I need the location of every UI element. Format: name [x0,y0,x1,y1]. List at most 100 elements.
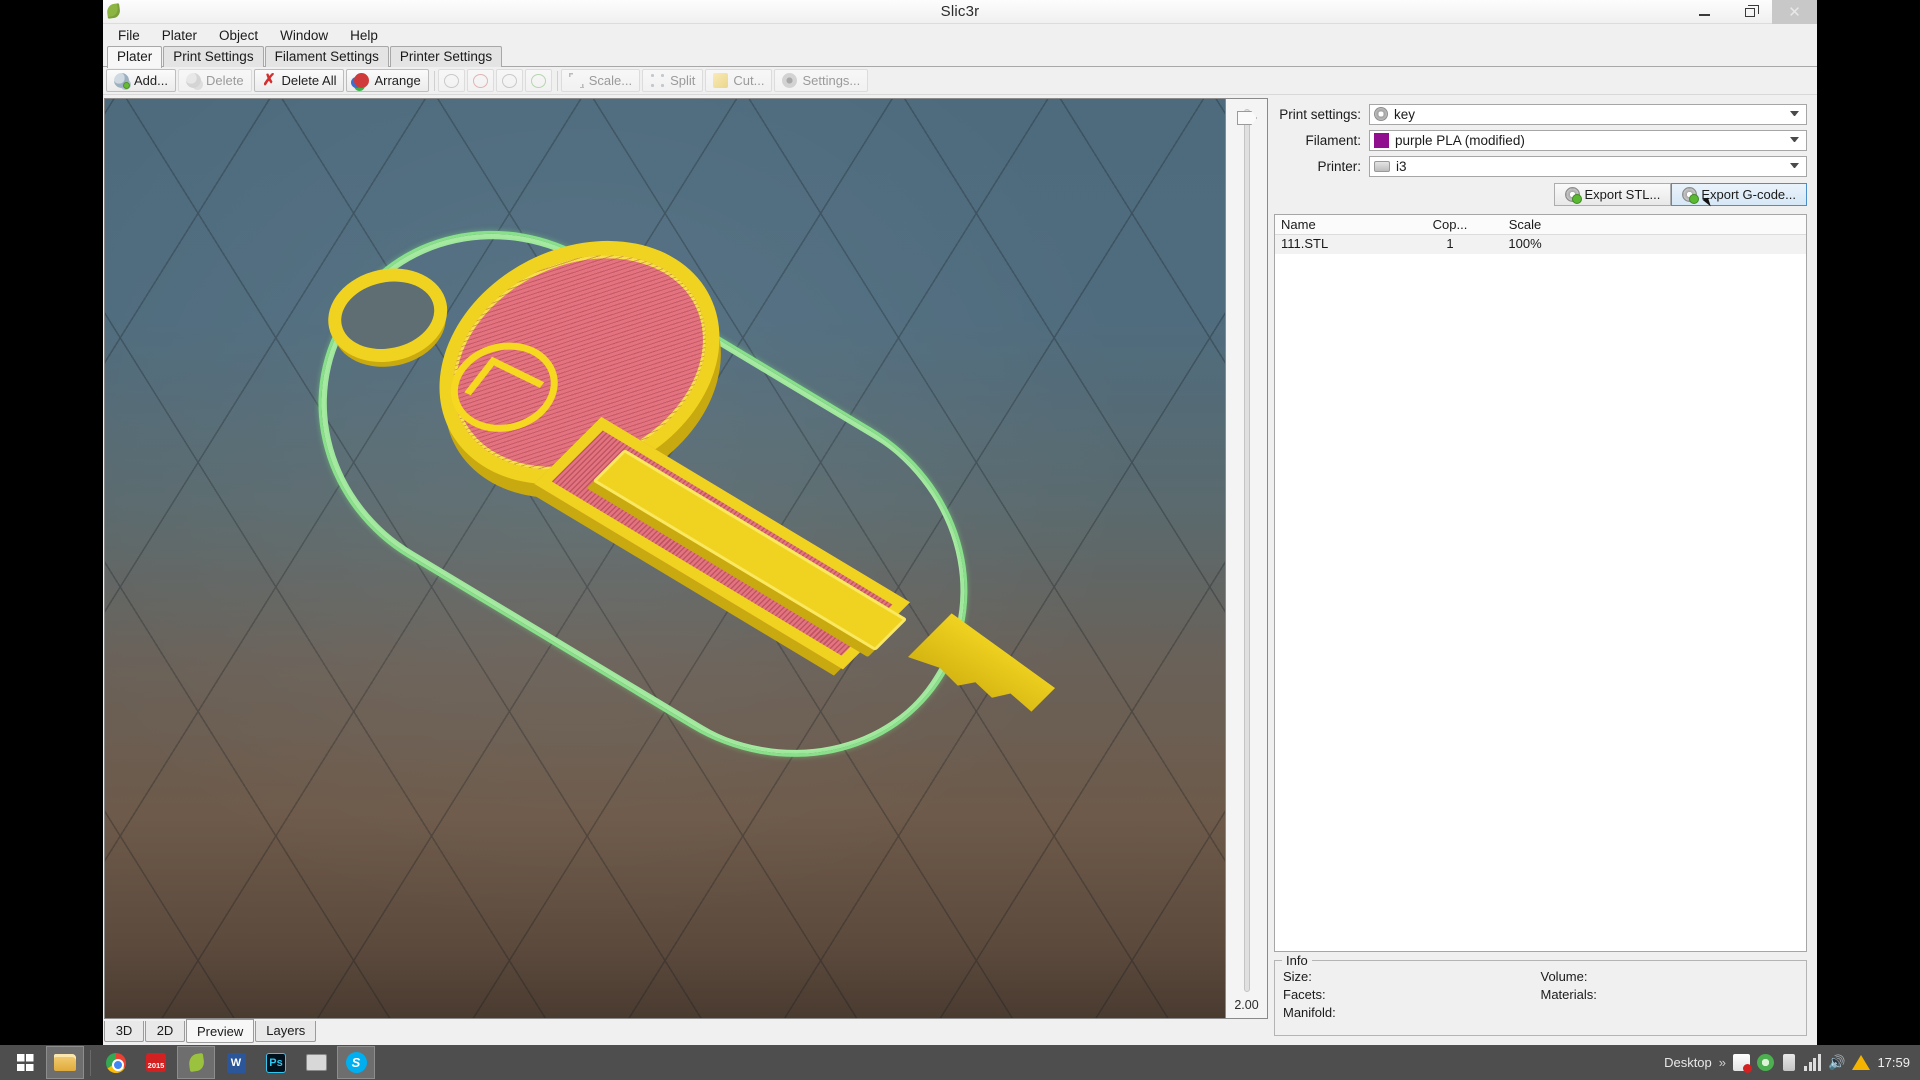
view-tab-3d[interactable]: 3D [104,1021,144,1042]
taskbar-item-skype[interactable]: S [337,1046,375,1079]
security-shield-icon[interactable] [1757,1054,1774,1071]
info-manifold-label: Manifold: [1283,1005,1541,1020]
object-list-header: Name Cop... Scale [1275,215,1806,235]
taskbar-item-file-explorer[interactable] [46,1046,84,1079]
info-manifold-value [1541,1005,1799,1020]
scale-button[interactable]: Scale... [561,69,640,92]
minimize-button[interactable] [1682,0,1727,24]
info-legend: Info [1282,953,1312,968]
google-drive-icon[interactable] [1852,1055,1870,1070]
3d-viewport[interactable] [104,98,1226,1019]
taskbar-item-chrome[interactable] [97,1046,135,1079]
cut-button[interactable]: Cut... [705,69,772,92]
viewer-row: 2.00 [104,98,1268,1019]
layer-slider[interactable]: 2.00 [1226,98,1268,1019]
export-stl-label: Export STL... [1584,187,1660,202]
taskbar-item-monitor[interactable] [297,1046,335,1079]
rotate-ccw-icon [502,74,517,88]
printer-value: i3 [1396,159,1407,174]
signal-icon[interactable] [1804,1054,1821,1071]
layer-slider-thumb[interactable] [1237,111,1257,125]
menu-item-object[interactable]: Object [208,26,269,45]
arrange-button[interactable]: Arrange [346,69,428,92]
info-grid: Size: Volume: Facets: Materials: Manifol… [1283,969,1798,1020]
printer-icon [1374,161,1390,172]
view-tab-strip: 3D 2D Preview Layers [104,1019,1268,1041]
close-button[interactable]: ✕ [1772,0,1817,24]
print-settings-row: Print settings: key [1274,103,1807,125]
increase-copies-button[interactable] [438,69,465,92]
scale-icon [569,73,584,88]
printer-row: Printer: i3 [1274,155,1807,177]
info-size-label: Size: [1283,969,1541,984]
column-header-name: Name [1275,215,1415,234]
add-button[interactable]: Add... [106,69,176,92]
object-list[interactable]: Name Cop... Scale 111.STL 1 100% [1274,214,1807,952]
taskbar: 2015 W Ps S Desktop » 🔊 17:59 [0,1045,1920,1080]
taskbar-item-slic3r[interactable] [177,1046,215,1079]
delete-object-icon [186,73,201,88]
toolbar-separator-1 [434,71,435,91]
rotate-cw-button[interactable] [525,69,552,92]
right-panel: Print settings: key Filament: purple PLA… [1268,98,1813,1041]
chevron-down-icon [1790,137,1799,143]
export-stl-button[interactable]: Export STL... [1554,183,1671,206]
print-settings-select[interactable]: key [1369,104,1807,125]
filament-label: Filament: [1274,133,1369,148]
view-tab-preview[interactable]: Preview [186,1019,254,1043]
tab-filament-settings[interactable]: Filament Settings [265,46,389,67]
delete-all-button-label: Delete All [282,73,337,88]
printer-label: Printer: [1274,159,1369,174]
view-tab-layers[interactable]: Layers [255,1021,316,1042]
add-object-icon [114,73,129,88]
desktop-left-margin [0,0,103,1045]
decrease-copies-button[interactable] [467,69,494,92]
rotate-ccw-button[interactable] [496,69,523,92]
tab-plater[interactable]: Plater [107,46,162,68]
taskbar-item-photoshop[interactable]: Ps [257,1046,295,1079]
delete-button[interactable]: Delete [178,69,252,92]
filament-value: purple PLA (modified) [1395,133,1525,148]
tray-expand-chevron[interactable]: » [1719,1055,1726,1070]
layer-slider-track[interactable] [1244,109,1250,992]
printer-select[interactable]: i3 [1369,156,1807,177]
tab-printer-settings[interactable]: Printer Settings [390,46,502,67]
start-button[interactable] [6,1046,44,1079]
minus-circle-icon [473,74,488,88]
menu-item-file[interactable]: File [107,26,151,45]
arrange-icon [354,73,369,88]
clock[interactable]: 17:59 [1877,1055,1910,1070]
network-flag-icon[interactable] [1733,1054,1750,1071]
info-volume-label: Volume: [1541,969,1799,984]
split-icon [650,73,665,88]
table-row[interactable]: 111.STL 1 100% [1275,235,1806,254]
battery-icon[interactable] [1783,1054,1795,1071]
info-materials-label: Materials: [1541,987,1799,1002]
menu-item-plater[interactable]: Plater [151,26,208,45]
arrange-button-label: Arrange [374,73,420,88]
export-gcode-button[interactable]: Export G-code... [1671,183,1807,206]
taskbar-item-2015[interactable]: 2015 [137,1046,175,1079]
split-button[interactable]: Split [642,69,703,92]
slic3r-window: Slic3r ✕ File Plater Object Window Help … [103,0,1817,1045]
column-header-copies: Cop... [1415,215,1485,234]
volume-icon[interactable]: 🔊 [1828,1054,1845,1071]
taskbar-item-word[interactable]: W [217,1046,255,1079]
cut-icon [713,73,728,88]
menu-item-help[interactable]: Help [339,26,389,45]
export-gcode-label: Export G-code... [1701,187,1796,202]
export-button-row: Export STL... Export G-code... [1274,183,1807,206]
cell-scale: 100% [1485,235,1565,254]
print-settings-value: key [1394,107,1415,122]
menu-item-window[interactable]: Window [269,26,339,45]
delete-all-button[interactable]: ✗ Delete All [254,69,345,92]
maximize-button[interactable] [1727,0,1772,24]
desktop-peek-label[interactable]: Desktop [1664,1055,1712,1070]
split-button-label: Split [670,73,695,88]
filament-select[interactable]: purple PLA (modified) [1369,130,1807,151]
settings-button[interactable]: Settings... [774,69,868,92]
filament-row: Filament: purple PLA (modified) [1274,129,1807,151]
system-tray: Desktop » 🔊 17:59 [1664,1054,1920,1071]
view-tab-2d[interactable]: 2D [145,1021,185,1042]
tab-print-settings[interactable]: Print Settings [163,46,263,67]
